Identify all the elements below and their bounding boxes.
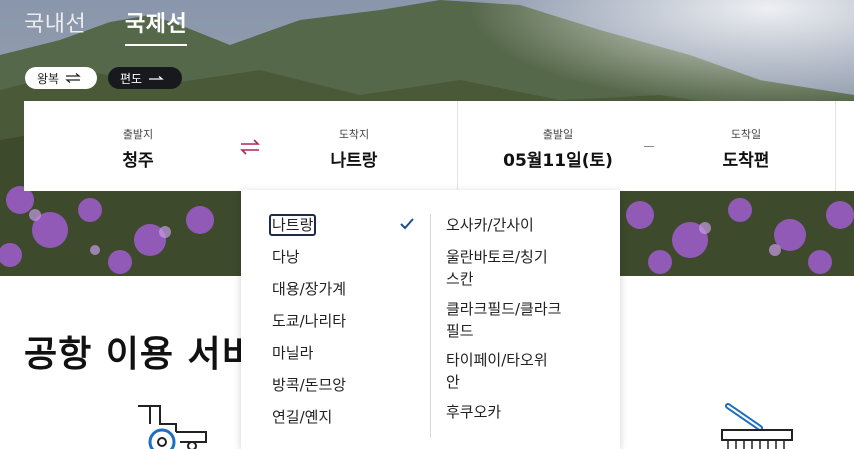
swap-arrows-icon bbox=[240, 139, 260, 155]
destination-option[interactable]: 울란바토르/칭기 스칸 bbox=[446, 246, 548, 290]
origin-field[interactable]: 출발지 청주 bbox=[78, 101, 198, 191]
destination-option[interactable]: 오사카/간사이 bbox=[446, 214, 534, 236]
destination-option[interactable]: 도쿄/나리타 bbox=[272, 310, 346, 332]
roundtrip-label: 왕복 bbox=[37, 71, 60, 86]
oneway-button[interactable]: 편도 bbox=[108, 67, 182, 89]
arrival-date-label: 도착일 bbox=[730, 128, 762, 141]
arrival-date-value: 도착편 bbox=[722, 151, 770, 171]
oneway-label: 편도 bbox=[120, 71, 143, 86]
date-separator bbox=[644, 146, 654, 147]
origin-label: 출발지 bbox=[122, 128, 154, 141]
destination-option[interactable]: 방콕/돈므앙 bbox=[272, 374, 346, 396]
booking-card: 출발지 청주 도착지 나트랑 출발일 05월11일(토) 도착일 도착편 bbox=[24, 101, 854, 191]
destination-dropdown: 나트랑 다낭 대용/장가계 도쿄/나리타 마닐라 방콕/돈므앙 연길/옌지 오사… bbox=[241, 190, 620, 449]
departure-date-value: 05월11일(토) bbox=[503, 151, 613, 171]
column-divider bbox=[430, 214, 431, 438]
right-arrow-icon bbox=[148, 73, 164, 83]
checkmark-icon bbox=[400, 218, 414, 230]
destination-option[interactable]: 마닐라 bbox=[272, 342, 313, 364]
wheelchair-service-icon[interactable] bbox=[130, 402, 210, 449]
destination-label: 도착지 bbox=[338, 128, 370, 141]
arrival-date-field[interactable]: 도착일 도착편 bbox=[686, 101, 806, 191]
destination-option[interactable]: 다낭 bbox=[272, 246, 300, 268]
field-divider bbox=[835, 101, 836, 191]
destination-option[interactable]: 대용/장가계 bbox=[272, 278, 346, 300]
origin-value: 청주 bbox=[122, 151, 154, 171]
departure-date-field[interactable]: 출발일 05월11일(토) bbox=[480, 101, 636, 191]
destination-option[interactable]: 클라크필드/클라크 필드 bbox=[446, 298, 561, 342]
swap-route-button[interactable] bbox=[238, 137, 262, 157]
destination-option[interactable]: 나트랑 bbox=[269, 214, 317, 236]
destination-value: 나트랑 bbox=[330, 151, 378, 171]
destination-option[interactable]: 후쿠오카 bbox=[446, 401, 501, 423]
tab-international[interactable]: 국제선 bbox=[125, 6, 188, 46]
swap-arrows-icon bbox=[65, 73, 81, 83]
destination-option[interactable]: 연길/옌지 bbox=[272, 406, 332, 428]
departure-date-label: 출발일 bbox=[542, 128, 574, 141]
destination-option[interactable]: 타이페이/타오위 안 bbox=[446, 349, 548, 393]
page-section-title: 공항 이용 서비 bbox=[24, 334, 256, 375]
tab-domestic[interactable]: 국내선 bbox=[24, 6, 86, 38]
baggage-service-icon[interactable] bbox=[714, 402, 794, 449]
field-divider bbox=[457, 101, 458, 191]
destination-field[interactable]: 도착지 나트랑 bbox=[294, 101, 414, 191]
roundtrip-button[interactable]: 왕복 bbox=[25, 67, 97, 89]
